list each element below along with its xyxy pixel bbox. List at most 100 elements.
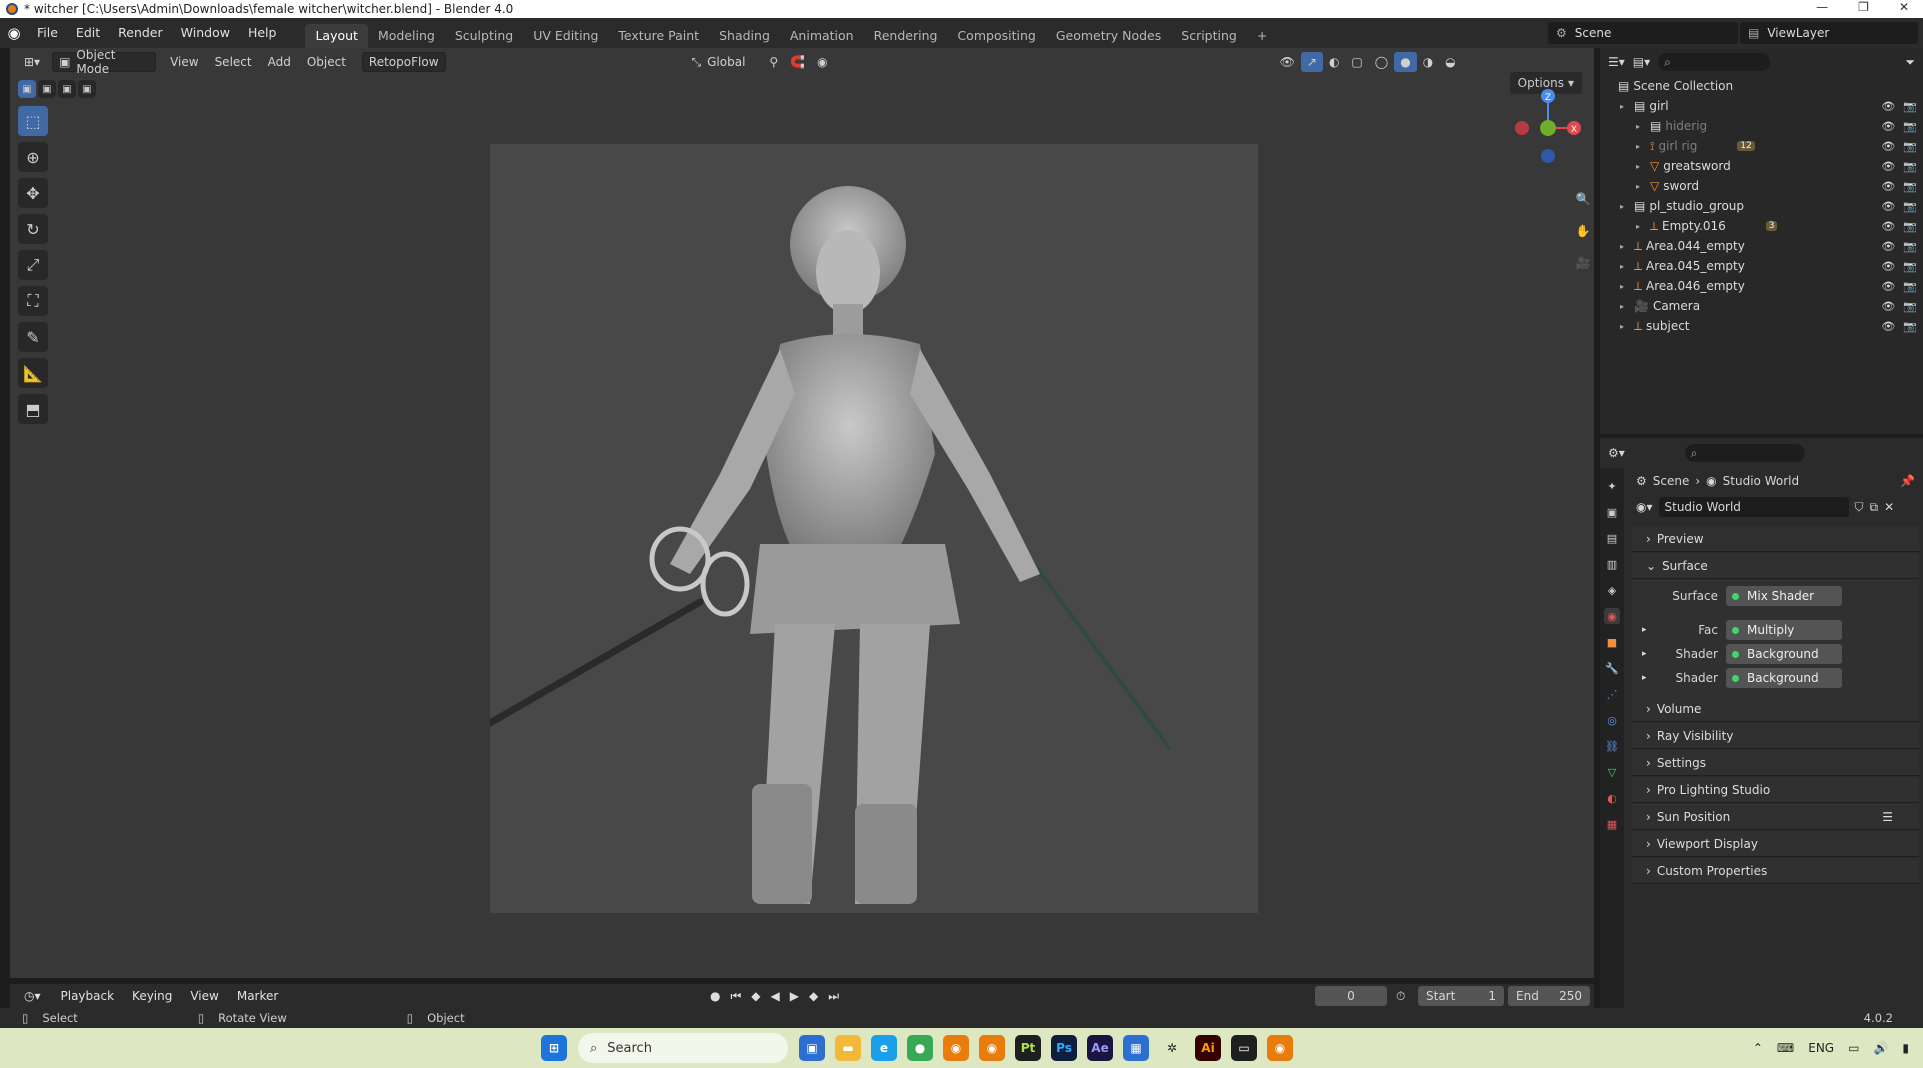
outliner-root[interactable]: ▤ Scene Collection <box>1600 76 1923 96</box>
eye-icon[interactable]: 👁 <box>1881 180 1895 193</box>
panel-volume[interactable]: › Volume <box>1632 696 1919 722</box>
outliner-row[interactable]: ▸ ▤ hiderig 👁 📷 <box>1600 116 1923 136</box>
select-new-icon[interactable]: ▣ <box>18 80 36 98</box>
fac-field[interactable]: Multiply <box>1726 620 1842 640</box>
expand-arrow-icon[interactable]: ▸ <box>1636 122 1640 131</box>
tab-layout[interactable]: Layout <box>305 24 368 48</box>
select-intersect-icon[interactable]: ▣ <box>78 80 96 98</box>
outliner-row[interactable]: ▸ ▤ pl_studio_group 👁 📷 <box>1600 196 1923 216</box>
rotate-icon[interactable]: ↻ <box>18 214 48 244</box>
expand-icon[interactable]: ▸ <box>1642 673 1656 683</box>
jump-end-icon[interactable]: ⏭ <box>828 989 839 1004</box>
eye-icon[interactable]: 👁 <box>1881 220 1895 233</box>
stopwatch-icon[interactable]: ⏱ <box>1396 989 1405 1004</box>
constraints-tab-icon[interactable]: ⛓ <box>1604 738 1620 754</box>
3d-viewport[interactable]: ⊞▾ ▣ Object Mode View Select Add Object … <box>10 48 1594 978</box>
world-browse-icon[interactable]: ◉▾ <box>1636 500 1653 514</box>
transform-icon[interactable]: ⛶ <box>18 286 48 316</box>
view-layer-tab-icon[interactable]: ▥ <box>1604 556 1620 572</box>
tool-tab-icon[interactable]: ✦ <box>1604 478 1620 494</box>
particles-tab-icon[interactable]: ⋰ <box>1604 686 1620 702</box>
restore-icon[interactable]: ❐ <box>1858 0 1869 14</box>
menu-window[interactable]: Window <box>172 18 239 48</box>
photoshop-icon[interactable]: Ps <box>1051 1035 1077 1061</box>
expand-arrow-icon[interactable]: ▸ <box>1620 202 1624 211</box>
blender-app-icon-2[interactable]: ◉ <box>979 1035 1005 1061</box>
expand-arrow-icon[interactable]: ▸ <box>1620 102 1624 111</box>
expand-icon[interactable]: ▸ <box>1642 649 1656 659</box>
outliner-editor-icon[interactable]: ☰▾ <box>1608 55 1625 69</box>
eye-icon[interactable]: 👁 <box>1881 200 1895 213</box>
eye-icon[interactable]: 👁 <box>1881 240 1895 253</box>
output-tab-icon[interactable]: ▤ <box>1604 530 1620 546</box>
add-cube-icon[interactable]: ⬒ <box>18 394 48 424</box>
panel-viewport-display[interactable]: › Viewport Display <box>1632 831 1919 857</box>
volume-icon[interactable]: 🔊 <box>1873 1041 1888 1055</box>
physics-tab-icon[interactable]: ◎ <box>1604 712 1620 728</box>
panel-settings[interactable]: › Settings <box>1632 750 1919 776</box>
add-workspace-button[interactable]: + <box>1247 24 1277 48</box>
minimize-icon[interactable]: — <box>1816 0 1828 14</box>
scene-tab-icon[interactable]: ◈ <box>1604 582 1620 598</box>
blender-menu-icon[interactable]: ◉ <box>0 24 28 42</box>
jump-start-icon[interactable]: ⏮ <box>730 989 741 1004</box>
data-tab-icon[interactable]: ▽ <box>1604 764 1620 780</box>
outliner-row[interactable]: ▸ ⟂ Area.044_empty 👁 📷 <box>1600 236 1923 256</box>
menu-timeline-view[interactable]: View <box>184 986 224 1006</box>
taskbar-search[interactable]: ⌕ Search <box>578 1033 788 1063</box>
panel-custom-properties[interactable]: › Custom Properties <box>1632 858 1919 884</box>
overlay-icon[interactable]: ◐ <box>1323 52 1345 72</box>
expand-arrow-icon[interactable]: ▸ <box>1636 182 1640 191</box>
expand-arrow-icon[interactable]: ▸ <box>1636 222 1640 231</box>
eye-icon[interactable]: 👁 <box>1881 280 1895 293</box>
network-icon[interactable]: ▭ <box>1848 1041 1859 1055</box>
render-camera-icon[interactable]: 📷 <box>1903 320 1917 333</box>
terminal-icon[interactable]: ▭ <box>1231 1035 1257 1061</box>
battery-icon[interactable]: ▮ <box>1902 1041 1909 1055</box>
store-app-icon[interactable]: ▦ <box>1123 1035 1149 1061</box>
eye-icon[interactable]: 👁 <box>1881 320 1895 333</box>
render-camera-icon[interactable]: 📷 <box>1903 180 1917 193</box>
expand-arrow-icon[interactable]: ▸ <box>1620 322 1624 331</box>
scale-icon[interactable]: ⤢ <box>18 250 48 280</box>
visibility-icon[interactable]: 👁 <box>1274 52 1301 72</box>
outliner-row[interactable]: ▸ ▽ greatsword 👁 📷 <box>1600 156 1923 176</box>
wireframe-shading-icon[interactable]: ◯ <box>1369 52 1394 72</box>
eye-icon[interactable]: 👁 <box>1881 300 1895 313</box>
cursor-icon[interactable]: ⊕ <box>18 142 48 172</box>
pivot-icon[interactable]: ⚲ <box>763 52 784 72</box>
outliner-row[interactable]: ▸ ⟂ Area.046_empty 👁 📷 <box>1600 276 1923 296</box>
select-subtract-icon[interactable]: ▣ <box>58 80 76 98</box>
render-camera-icon[interactable]: 📷 <box>1903 100 1917 113</box>
properties-editor-icon[interactable]: ⚙▾ <box>1608 446 1625 460</box>
record-icon[interactable]: ● <box>710 989 720 1004</box>
menu-view[interactable]: View <box>164 52 204 72</box>
render-camera-icon[interactable]: 📷 <box>1903 220 1917 233</box>
transform-orientation[interactable]: ⤡ Global <box>686 52 752 72</box>
properties-search-input[interactable]: ⌕ <box>1684 444 1805 462</box>
zoom-icon[interactable]: 🔍 <box>1572 188 1594 210</box>
gizmo-toggle-icon[interactable]: ↗ <box>1300 52 1323 72</box>
tab-uv-editing[interactable]: UV Editing <box>523 24 608 48</box>
pin-icon[interactable]: 📌 <box>1900 474 1915 488</box>
object-tab-icon[interactable]: ■ <box>1604 634 1620 650</box>
render-camera-icon[interactable]: 📷 <box>1903 160 1917 173</box>
render-camera-icon[interactable]: 📷 <box>1903 260 1917 273</box>
substance-painter-icon[interactable]: Pt <box>1015 1035 1041 1061</box>
next-key-icon[interactable]: ◆ <box>809 989 818 1004</box>
expand-arrow-icon[interactable]: ▸ <box>1620 302 1624 311</box>
select-extend-icon[interactable]: ▣ <box>38 80 56 98</box>
outliner-row[interactable]: ▸ ▤ girl 👁 📷 <box>1600 96 1923 116</box>
view-layer-selector[interactable]: ▤ ViewLayer <box>1740 22 1918 44</box>
move-icon[interactable]: ✥ <box>18 178 48 208</box>
close-icon[interactable]: ✕ <box>1899 0 1909 14</box>
filter-icon[interactable]: ⏷ <box>1905 55 1915 70</box>
pan-hand-icon[interactable]: ✋ <box>1572 220 1594 242</box>
eye-icon[interactable]: 👁 <box>1881 120 1895 133</box>
prev-key-icon[interactable]: ◆ <box>751 989 760 1004</box>
tab-animation[interactable]: Animation <box>780 24 864 48</box>
blender-app-icon-3[interactable]: ◉ <box>1267 1035 1293 1061</box>
world-tab-icon[interactable]: ◉ <box>1604 608 1620 624</box>
tab-rendering[interactable]: Rendering <box>864 24 948 48</box>
outliner-row[interactable]: ▸ ⟂ Empty.016 3 👁 📷 <box>1600 216 1923 236</box>
